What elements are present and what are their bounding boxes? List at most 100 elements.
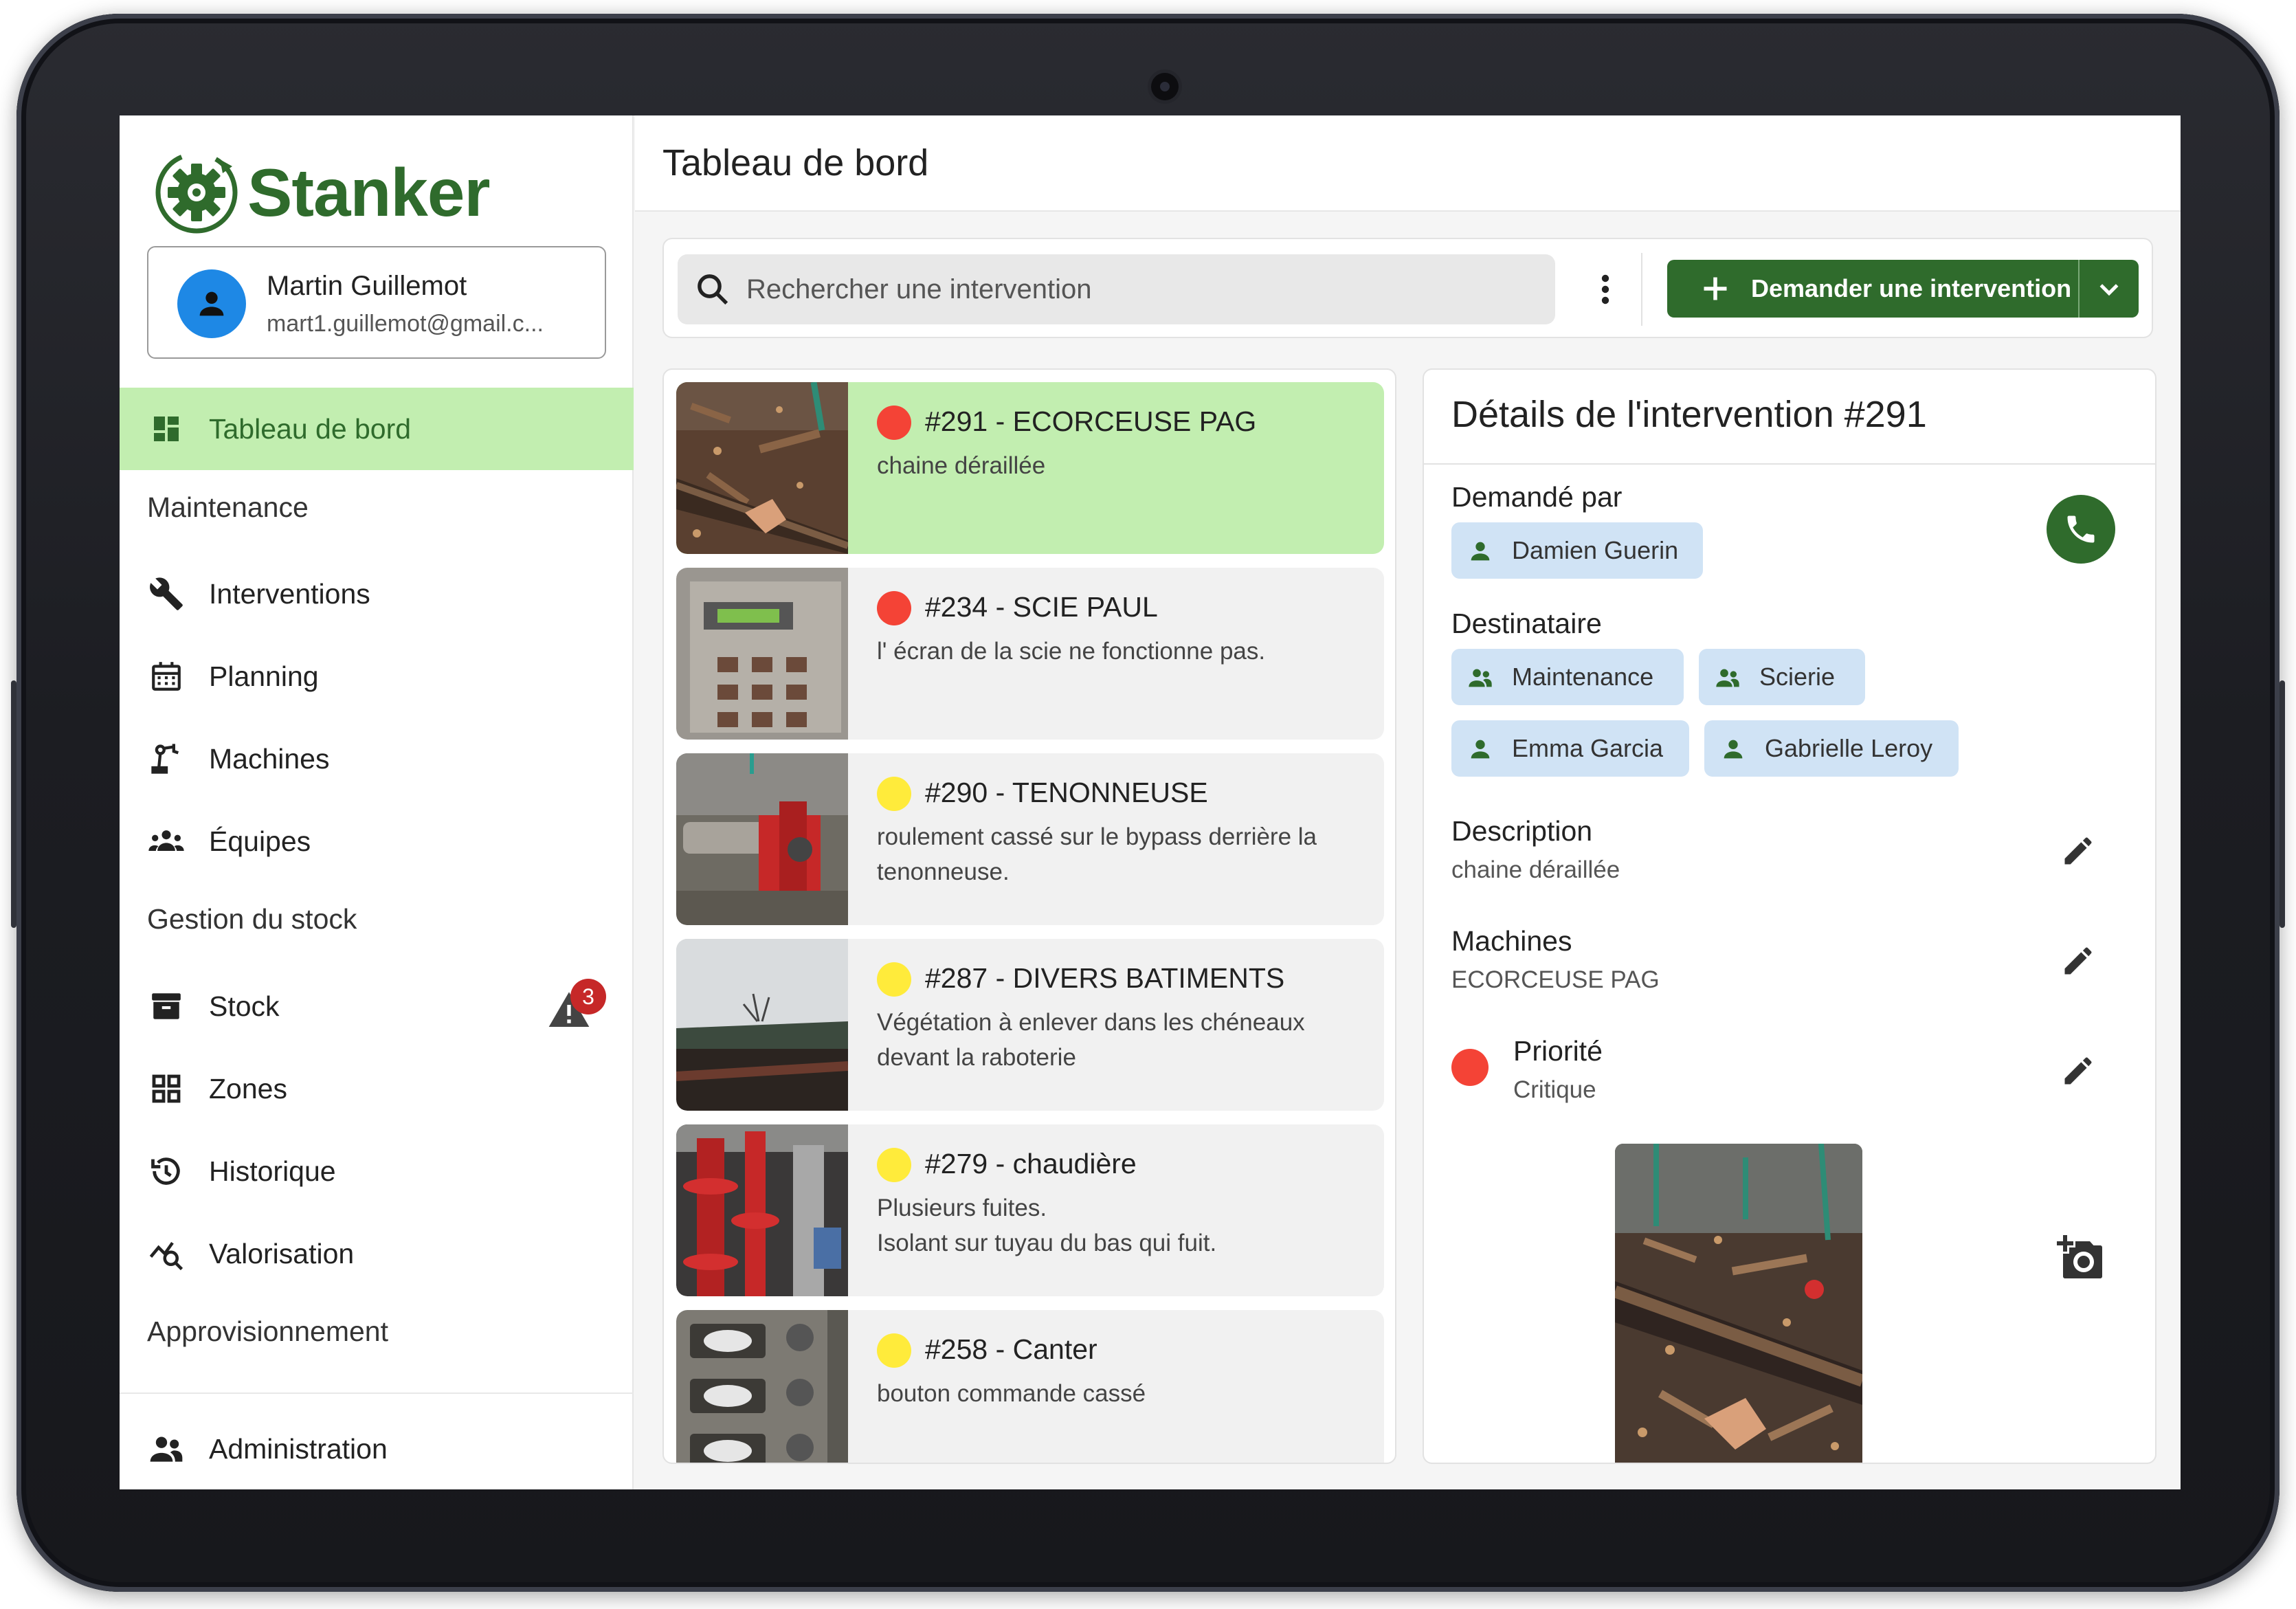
user-name: Martin Guillemot: [267, 271, 467, 301]
sidebar-item-planning[interactable]: Planning: [120, 635, 634, 718]
priority-indicator: [877, 591, 911, 625]
app-logo: Stanker: [154, 151, 491, 234]
sidebar-section-stock: Gestion du stock: [147, 903, 357, 935]
sidebar-item-machines[interactable]: Machines: [120, 718, 634, 800]
intervention-photo: [676, 753, 848, 925]
sidebar-item-historique[interactable]: Historique: [120, 1130, 634, 1212]
page-title: Tableau de bord: [662, 142, 929, 184]
sidebar-section-approvisionnement: Approvisionnement: [147, 1316, 388, 1347]
person-icon: [1471, 542, 1490, 561]
intervention-description: chaine déraillée: [877, 452, 1046, 479]
intervention-description: l' écran de la scie ne fonctionne pas.: [877, 638, 1266, 665]
intervention-description: Plusieurs fuites. Isolant sur tuyau du b…: [877, 1195, 1217, 1256]
call-button[interactable]: [2047, 495, 2115, 564]
more-options-button[interactable]: [1583, 265, 1627, 313]
history-icon: [147, 1152, 186, 1190]
request-intervention-button[interactable]: Demander une intervention: [1667, 260, 2078, 318]
requester-chip[interactable]: Damien Guerin: [1451, 522, 1703, 579]
add-photo-icon[interactable]: [2055, 1233, 2104, 1283]
sidebar-item-administration[interactable]: Administration: [120, 1408, 634, 1489]
user-profile-card[interactable]: Martin Guillemot mart1.guillemot@gmail.c…: [147, 246, 606, 359]
group-icon: [1469, 669, 1492, 687]
sidebar-item-label: Équipes: [209, 825, 311, 857]
person-icon: [1471, 740, 1490, 759]
stock-alert-badge: 3: [570, 979, 606, 1014]
sidebar-item-stock[interactable]: Stock 3: [120, 965, 634, 1047]
intervention-card[interactable]: #258 - Canter bouton commande cassé: [676, 1310, 1384, 1463]
recipient-chip[interactable]: Gabrielle Leroy: [1704, 720, 1959, 777]
intervention-title: #279 - chaudière: [925, 1148, 1137, 1179]
details-divider: [1424, 463, 2155, 465]
intervention-card[interactable]: #279 - chaudière Plusieurs fuites. Isola…: [676, 1124, 1384, 1296]
search-input[interactable]: [745, 254, 1542, 324]
sidebar-item-zones[interactable]: Zones: [120, 1047, 634, 1130]
sidebar-item-interventions[interactable]: Interventions: [120, 553, 634, 635]
priority-indicator: [877, 1148, 911, 1182]
dashboard-icon: [147, 410, 186, 448]
intervention-photo-large[interactable]: [1615, 1144, 1862, 1463]
edit-priority-button[interactable]: [2056, 1049, 2100, 1093]
intervention-description: Végétation à enlever dans les chéneaux d…: [877, 1009, 1305, 1071]
search-bar: [678, 254, 1555, 324]
precision-manufacturing-icon: [147, 740, 186, 778]
priority-value: Critique: [1513, 1076, 1596, 1103]
edit-description-button[interactable]: [2056, 829, 2100, 873]
side-button: [2280, 680, 2285, 928]
group-icon: [1716, 669, 1739, 687]
intervention-title: #290 - TENONNEUSE: [925, 777, 1208, 808]
recipient-chip[interactable]: Scierie: [1699, 649, 1865, 705]
edit-machines-button[interactable]: [2056, 939, 2100, 983]
machines-value: ECORCEUSE PAG: [1451, 966, 1660, 993]
intervention-photo: [676, 939, 848, 1111]
intervention-description: roulement cassé sur le bypass derrière l…: [877, 823, 1317, 885]
side-button: [11, 680, 16, 928]
intervention-card[interactable]: #234 - SCIE PAUL l' écran de la scie ne …: [676, 568, 1384, 740]
person-icon: [1724, 740, 1743, 759]
description-value: chaine déraillée: [1451, 856, 1620, 883]
machines-label: Machines: [1451, 925, 1572, 957]
user-email: mart1.guillemot@gmail.c...: [267, 311, 544, 337]
intervention-card[interactable]: #287 - DIVERS BATIMENTS Végétation à enl…: [676, 939, 1384, 1111]
request-intervention-dropdown[interactable]: [2080, 260, 2139, 318]
sidebar-item-valorisation[interactable]: Valorisation: [120, 1212, 634, 1295]
sidebar-item-label: Valorisation: [209, 1237, 355, 1269]
chevron-down-icon: [2099, 284, 2119, 296]
grid-icon: [147, 1069, 186, 1108]
search-icon: [698, 274, 728, 305]
priority-label: Priorité: [1513, 1035, 1603, 1067]
intervention-photo: [676, 1124, 848, 1296]
edit-icon: [2064, 837, 2092, 865]
recipient-chip[interactable]: Emma Garcia: [1451, 720, 1689, 777]
recipient-chip[interactable]: Maintenance: [1451, 649, 1684, 705]
sidebar-item-label: Machines: [209, 742, 330, 775]
recipient-name: Maintenance: [1512, 663, 1654, 691]
request-intervention-label: Demander une intervention: [1751, 274, 2072, 302]
priority-indicator: [877, 777, 911, 811]
description-label: Description: [1451, 815, 1593, 847]
requested-by-label: Demandé par: [1451, 481, 1623, 513]
priority-indicator: [877, 1333, 911, 1368]
people-icon: [147, 1430, 186, 1468]
gear-logo-icon: [155, 151, 238, 234]
intervention-card[interactable]: #290 - TENONNEUSE roulement cassé sur le…: [676, 753, 1384, 925]
request-intervention-split-button: Demander une intervention: [1667, 260, 2139, 318]
intervention-title: #258 - Canter: [925, 1333, 1097, 1365]
sidebar-section-maintenance: Maintenance: [147, 491, 309, 523]
app-name: Stanker: [247, 154, 491, 230]
sidebar-item-label: Stock: [209, 990, 280, 1022]
query-stats-icon: [147, 1234, 186, 1273]
intervention-title: #234 - SCIE PAUL: [925, 591, 1158, 623]
intervention-title: #287 - DIVERS BATIMENTS: [925, 962, 1285, 994]
sidebar-item-dashboard[interactable]: Tableau de bord: [120, 388, 634, 470]
sidebar-item-label: Tableau de bord: [209, 412, 412, 445]
recipient-name: Gabrielle Leroy: [1765, 734, 1933, 762]
sidebar-item-label: Interventions: [209, 577, 370, 610]
intervention-card[interactable]: #291 - ECORCEUSE PAG chaine déraillée: [676, 382, 1384, 554]
avatar: [177, 269, 246, 338]
app-screen: Stanker Martin Guillemot mart1.guillemot…: [120, 115, 2181, 1489]
intervention-title: #291 - ECORCEUSE PAG: [925, 406, 1257, 437]
sidebar-item-equipes[interactable]: Équipes: [120, 800, 634, 883]
interventions-list: #291 - ECORCEUSE PAG chaine déraillée #2…: [662, 368, 1396, 1464]
toolbar: Demander une intervention: [662, 238, 2153, 338]
front-camera: [1151, 73, 1179, 100]
